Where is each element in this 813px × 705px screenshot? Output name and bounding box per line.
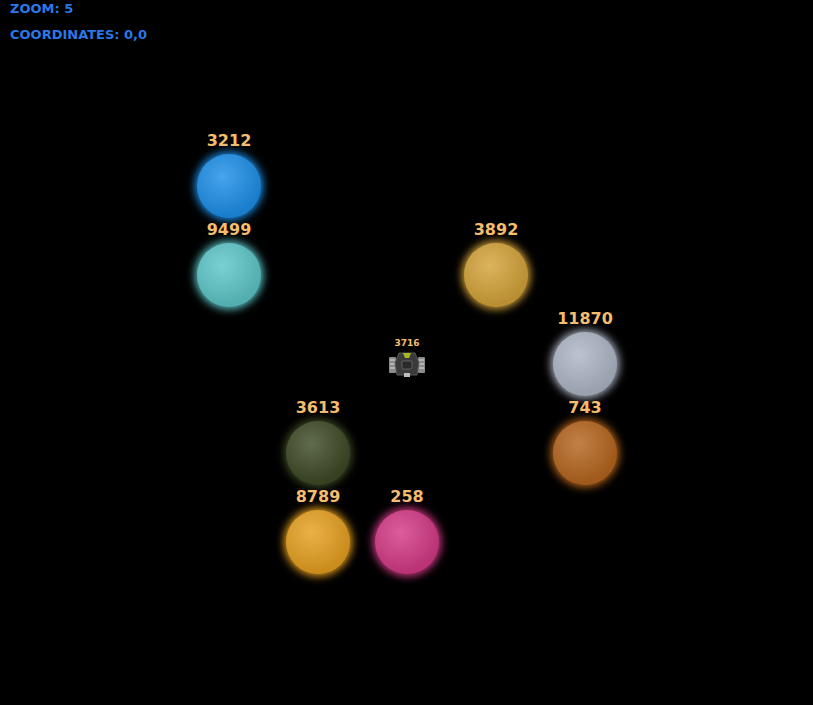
- planet[interactable]: 9499: [184, 221, 274, 307]
- ship-label: 3716: [394, 338, 419, 348]
- planet-body[interactable]: [553, 421, 617, 485]
- planet[interactable]: 258: [362, 488, 452, 574]
- game-screen: ZOOM: 5 COORDINATES: 0,0 3212 9499 3892 11870…: [0, 0, 813, 705]
- planet[interactable]: 8789: [273, 488, 363, 574]
- planet[interactable]: 743: [540, 399, 630, 485]
- planet-label: 9499: [207, 221, 252, 239]
- planet-body[interactable]: [464, 243, 528, 307]
- planet-body[interactable]: [375, 510, 439, 574]
- planet-body[interactable]: [286, 421, 350, 485]
- planet[interactable]: 11870: [540, 310, 630, 396]
- player-ship[interactable]: 3716: [377, 338, 437, 379]
- planet[interactable]: 3212: [184, 132, 274, 218]
- planet-body[interactable]: [197, 243, 261, 307]
- planet-label: 8789: [296, 488, 341, 506]
- planet-body[interactable]: [197, 154, 261, 218]
- zoom-readout: ZOOM: 5: [10, 1, 803, 17]
- planet-label: 743: [568, 399, 601, 417]
- spaceship-icon: [387, 349, 427, 379]
- planet-label: 3212: [207, 132, 252, 150]
- planet-label: 3892: [474, 221, 519, 239]
- hud: ZOOM: 5 COORDINATES: 0,0: [0, 0, 813, 43]
- planet[interactable]: 3613: [273, 399, 363, 485]
- coordinates-readout: COORDINATES: 0,0: [10, 27, 803, 43]
- planet[interactable]: 3892: [451, 221, 541, 307]
- planet-body[interactable]: [286, 510, 350, 574]
- planet-label: 11870: [557, 310, 613, 328]
- planet-label: 258: [390, 488, 423, 506]
- planet-body[interactable]: [553, 332, 617, 396]
- planet-label: 3613: [296, 399, 341, 417]
